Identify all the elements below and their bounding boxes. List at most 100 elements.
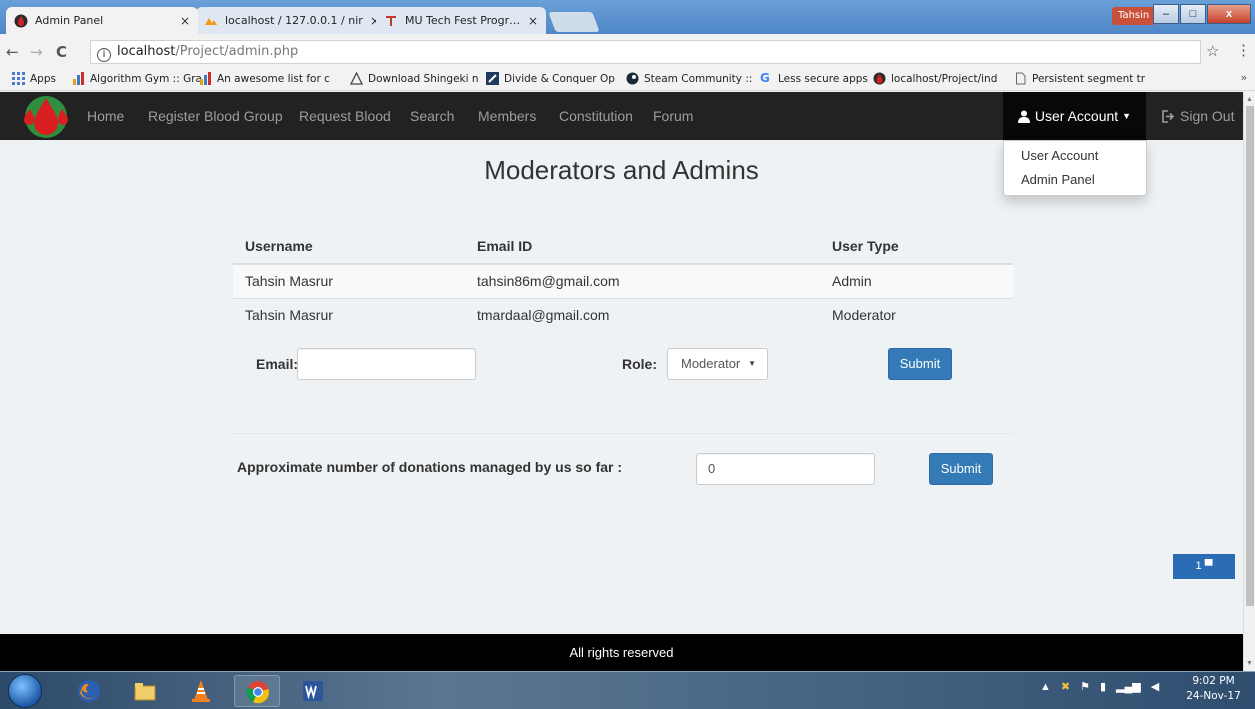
bookmark-persistent-segment[interactable]: Persistent segment tr: [1014, 72, 1145, 85]
donations-count-field[interactable]: 0: [696, 453, 875, 485]
menu-item-admin-panel[interactable]: Admin Panel: [1004, 168, 1146, 192]
bookmark-steam-community[interactable]: Steam Community ::: [626, 72, 752, 85]
cell-user-type: Admin: [820, 263, 1013, 298]
firefox-icon: [78, 680, 100, 702]
bookmark-label: Divide & Conquer Op: [504, 72, 615, 85]
table-row: Tahsin Masrur tmardaal@gmail.com Moderat…: [233, 297, 1013, 332]
chat-count: 1: [1195, 560, 1202, 572]
bookmark-label: Persistent segment tr: [1032, 72, 1146, 85]
taskbar-chrome[interactable]: [234, 675, 280, 707]
scroll-up-arrow-icon[interactable]: ▲: [1246, 96, 1253, 103]
bar-chart-favicon-icon: [200, 72, 211, 85]
triangle-favicon-icon: [350, 72, 363, 85]
bookmark-less-secure-apps[interactable]: G Less secure apps: [760, 72, 868, 85]
bookmark-download-shingeki[interactable]: Download Shingeki n: [350, 72, 479, 85]
bookmarks-overflow-icon[interactable]: »: [1241, 72, 1247, 84]
taskbar-vlc[interactable]: [178, 675, 224, 707]
start-button-icon[interactable]: [8, 674, 42, 708]
tab-admin-panel[interactable]: Admin Panel ×: [6, 7, 198, 34]
battery-icon[interactable]: ▮: [1100, 680, 1106, 693]
tab-close-icon[interactable]: ×: [528, 14, 538, 28]
taskbar-file-explorer[interactable]: [122, 675, 168, 707]
column-header-email: Email ID: [465, 228, 820, 265]
menu-item-user-account[interactable]: User Account: [1004, 144, 1146, 168]
nav-request-blood[interactable]: Request Blood: [299, 108, 391, 124]
bookmark-algorithm-gym[interactable]: Algorithm Gym :: Gra: [72, 72, 202, 85]
tab-phpmyadmin[interactable]: localhost / 127.0.0.1 / nir ×: [196, 7, 388, 34]
chrome-menu-icon[interactable]: ⋮: [1236, 41, 1251, 59]
taskbar-firefox[interactable]: [66, 675, 112, 707]
user-account-dropdown-toggle[interactable]: User Account ▼: [1003, 92, 1146, 140]
site-navbar: Home Register Blood Group Request Blood …: [0, 92, 1243, 140]
user-account-label: User Account: [1034, 108, 1119, 124]
role-selected-value: Moderator: [681, 356, 741, 371]
sign-out-label: Sign Out: [1180, 108, 1235, 124]
sign-out-icon: [1162, 109, 1175, 123]
apps-grid-icon: [12, 72, 25, 85]
new-tab-button[interactable]: [548, 12, 600, 32]
nav-home[interactable]: Home: [87, 108, 124, 124]
bookmark-divide-conquer[interactable]: Divide & Conquer Op: [486, 72, 615, 85]
site-info-icon[interactable]: i: [97, 48, 111, 62]
page-scrollbar[interactable]: ▲ ▼: [1243, 92, 1255, 671]
bookmark-label: Steam Community ::: [644, 72, 753, 85]
donations-submit-button[interactable]: Submit: [929, 453, 993, 485]
tech-fest-favicon-icon: [386, 15, 396, 26]
email-field[interactable]: [297, 348, 476, 380]
windows-taskbar: ▲ ✖ ⚑ ▮ ▂▄▆ ◀ 9:02 PM 24-Nov-17: [0, 671, 1255, 709]
forward-arrow-icon[interactable]: →: [30, 43, 43, 61]
select-arrow-icon: ▼: [748, 359, 756, 368]
address-bar[interactable]: i localhost/Project/admin.php: [90, 40, 1201, 64]
volume-icon[interactable]: ◀: [1151, 680, 1159, 693]
blood-drop-logo-icon[interactable]: [20, 95, 72, 139]
section-divider: [233, 433, 1013, 434]
phpmyadmin-favicon-icon: [205, 17, 217, 25]
table-row: Tahsin Masrur tahsin86m@gmail.com Admin: [233, 263, 1013, 298]
minimize-button[interactable]: –: [1153, 4, 1179, 24]
bookmark-localhost-project[interactable]: localhost/Project/ind: [873, 72, 997, 85]
bookmark-apps[interactable]: Apps: [12, 72, 56, 85]
profile-button[interactable]: Tahsin: [1112, 7, 1156, 25]
browser-tab-strip: Admin Panel × localhost / 127.0.0.1 / ni…: [0, 0, 1255, 34]
taskbar-word[interactable]: [290, 675, 336, 707]
reload-icon[interactable]: C: [56, 43, 67, 61]
tray-expand-icon[interactable]: ▲: [1040, 681, 1051, 693]
tab-mu-tech-fest[interactable]: MU Tech Fest Programm ×: [376, 7, 546, 34]
cell-email: tahsin86m@gmail.com: [465, 263, 820, 298]
tab-close-icon[interactable]: ×: [180, 14, 190, 28]
action-center-flag-icon[interactable]: ⚑: [1080, 680, 1090, 693]
network-warning-icon[interactable]: ✖: [1061, 680, 1070, 693]
google-g-icon: G: [760, 71, 770, 85]
nav-members[interactable]: Members: [478, 108, 536, 124]
table-header-row: Username Email ID User Type: [233, 228, 1013, 265]
sign-out-link[interactable]: Sign Out: [1162, 108, 1234, 124]
bookmark-label: Less secure apps: [778, 72, 868, 85]
back-arrow-icon[interactable]: ←: [6, 43, 19, 61]
signal-bars-icon[interactable]: ▂▄▆: [1116, 680, 1141, 693]
nav-forum[interactable]: Forum: [653, 108, 693, 124]
add-moderator-submit-button[interactable]: Submit: [888, 348, 952, 380]
window-close-button[interactable]: x: [1207, 4, 1251, 24]
chat-widget-button[interactable]: 1 ▀: [1173, 554, 1235, 579]
taskbar-clock[interactable]: 9:02 PM 24-Nov-17: [1176, 674, 1251, 704]
scrollbar-thumb[interactable]: [1246, 106, 1254, 606]
word-icon: [303, 681, 323, 701]
divide-conquer-favicon-icon: [486, 72, 499, 85]
nav-search[interactable]: Search: [410, 108, 454, 124]
bookmark-star-icon[interactable]: ☆: [1206, 42, 1219, 60]
vlc-cone-icon: [192, 680, 210, 702]
bookmark-label: Download Shingeki n: [368, 72, 479, 85]
bookmark-label: Apps: [30, 72, 56, 85]
role-select[interactable]: Moderator ▼: [667, 348, 768, 380]
tab-title: localhost / 127.0.0.1 / nir: [225, 14, 363, 27]
maximize-button[interactable]: □: [1180, 4, 1206, 24]
tab-title: Admin Panel: [35, 14, 104, 27]
nav-register-blood-group[interactable]: Register Blood Group: [148, 108, 283, 124]
bookmark-awesome-list[interactable]: An awesome list for c: [199, 72, 330, 85]
clock-date: 24-Nov-17: [1186, 690, 1241, 702]
scroll-down-arrow-icon[interactable]: ▼: [1246, 660, 1253, 667]
nav-constitution[interactable]: Constitution: [559, 108, 633, 124]
chrome-icon: [246, 681, 269, 704]
chat-bubble-icon: ▀: [1204, 560, 1213, 572]
page-viewport: Home Register Blood Group Request Blood …: [0, 92, 1243, 671]
